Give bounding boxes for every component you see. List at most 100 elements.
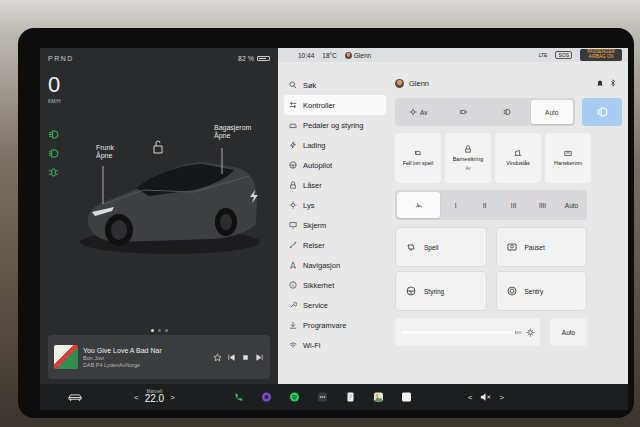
- volume-up-button[interactable]: >: [499, 393, 504, 402]
- wiper-option[interactable]: IIII: [529, 192, 556, 218]
- page-dot[interactable]: [158, 329, 161, 332]
- avatar-icon: [395, 79, 404, 88]
- status-bar: 10:44 18°C Glenn LTE SOS PASSENGER AIRBA…: [278, 48, 628, 62]
- indicators: [48, 130, 74, 177]
- wiper-option[interactable]: Auto: [558, 192, 585, 218]
- profile-name[interactable]: Glenn: [409, 79, 429, 88]
- next-icon[interactable]: [255, 353, 264, 362]
- toggle-button[interactable]: Fell inn speil: [395, 133, 441, 183]
- more-apps-icon[interactable]: [317, 392, 328, 402]
- page-dot[interactable]: [151, 329, 154, 332]
- main-area: PRND 82 % 0 KM/H Frunk Åpne Bagasjerom Å…: [40, 48, 628, 384]
- bluetooth-icon[interactable]: [609, 79, 617, 87]
- bottom-bar: < Manuell 22.0 > < >: [40, 384, 628, 410]
- sidebar-item[interactable]: Lading: [284, 135, 386, 155]
- temp-up-button[interactable]: >: [170, 393, 175, 402]
- lights-option[interactable]: [442, 100, 485, 124]
- side-light-icon: [48, 168, 59, 177]
- lights-option[interactable]: [486, 100, 529, 124]
- headlight-icon: [596, 107, 608, 117]
- auto-high-beam-button[interactable]: [582, 98, 622, 126]
- bell-icon[interactable]: [596, 79, 604, 87]
- sidebar-item[interactable]: Reiser: [284, 235, 386, 255]
- sidebar-item[interactable]: Service: [284, 295, 386, 315]
- trunk-action: Åpne: [214, 132, 251, 140]
- sidebar-item[interactable]: Låser: [284, 175, 386, 195]
- frunk-action: Åpne: [96, 152, 114, 160]
- trunk-label[interactable]: Bagasjerom Åpne: [214, 124, 251, 140]
- sidebar-label: Autopilot: [303, 161, 332, 170]
- page-dot[interactable]: [165, 329, 168, 332]
- controls-page: Glenn Av Auto Fell inn speil Barnesikrin…: [390, 62, 628, 384]
- photo-app-icon[interactable]: [373, 392, 384, 402]
- sun-icon: [526, 328, 535, 337]
- lights-row: Av Auto: [395, 98, 622, 126]
- menu-item-icon: [289, 261, 297, 269]
- control-card[interactable]: Speil: [395, 227, 487, 267]
- light-icon: [503, 108, 511, 116]
- lights-option[interactable]: Av: [397, 100, 440, 124]
- parking-light-icon: [48, 149, 59, 158]
- brightness-auto-button[interactable]: Auto: [550, 318, 587, 346]
- star-icon[interactable]: [213, 353, 222, 362]
- battery-status: 82 %: [238, 55, 270, 62]
- card-label: Pauset: [525, 244, 545, 251]
- toggle-label: Barnesikring: [453, 156, 484, 162]
- wiper-option[interactable]: III: [500, 192, 527, 218]
- car-photo: PRND 82 % 0 KM/H Frunk Åpne Bagasjerom Å…: [0, 0, 640, 427]
- menu-item-icon: [289, 81, 297, 89]
- sidebar-item[interactable]: Lys: [284, 195, 386, 215]
- user-profile[interactable]: Glenn: [345, 52, 371, 59]
- battery-icon: [257, 56, 270, 61]
- lights-label: Av: [420, 109, 427, 116]
- sidebar-item[interactable]: Skjerm: [284, 215, 386, 235]
- sos-button[interactable]: SOS: [555, 51, 572, 59]
- car-icon[interactable]: [68, 393, 82, 402]
- speed-unit: KM/H: [48, 98, 74, 104]
- sidebar-label: Programvare: [303, 321, 346, 330]
- wiper-option[interactable]: [397, 192, 440, 218]
- wiper-icon: [415, 201, 423, 209]
- previous-icon[interactable]: [227, 353, 236, 362]
- sidebar-label: Skjerm: [303, 221, 326, 230]
- car-scene: Frunk Åpne Bagasjerom Åpne: [74, 64, 270, 326]
- volume-down-button[interactable]: <: [468, 393, 473, 402]
- mute-icon[interactable]: [480, 392, 491, 402]
- frunk-title: Frunk: [96, 144, 114, 152]
- control-card[interactable]: Styring: [395, 271, 487, 311]
- lights-option[interactable]: Auto: [531, 100, 574, 124]
- control-card[interactable]: Pauset: [496, 227, 588, 267]
- toggle-button[interactable]: Vinduslås: [495, 133, 541, 183]
- wiper-option[interactable]: I: [442, 192, 469, 218]
- sidebar-item[interactable]: Kontroller: [284, 95, 386, 115]
- track-source: DAB P4 LydenAvNorge: [83, 362, 208, 368]
- spotify-icon[interactable]: [289, 392, 300, 402]
- brightness-slider[interactable]: [395, 318, 540, 346]
- wiper-label: II: [483, 202, 487, 209]
- sidebar-item[interactable]: Pedaler og styring: [284, 115, 386, 135]
- wiper-label: Auto: [565, 202, 578, 209]
- sidebar-label: Låser: [303, 181, 322, 190]
- sidebar-item[interactable]: Programvare: [284, 315, 386, 335]
- menu-item-icon: [289, 201, 297, 209]
- calendar-icon[interactable]: [401, 392, 412, 402]
- temp-down-button[interactable]: <: [134, 393, 139, 402]
- control-card[interactable]: Sentry: [496, 271, 588, 311]
- toggle-button[interactable]: Barnesikring Av: [445, 133, 491, 183]
- sidebar-item[interactable]: Autopilot: [284, 155, 386, 175]
- frunk-label[interactable]: Frunk Åpne: [96, 144, 114, 160]
- phone-icon[interactable]: [233, 392, 244, 402]
- sidebar-item[interactable]: Sikkerhet: [284, 275, 386, 295]
- sidebar-item[interactable]: Wi-Fi: [284, 335, 386, 355]
- stop-icon[interactable]: [241, 353, 250, 362]
- card-icon: [507, 242, 517, 252]
- sidebar-item[interactable]: Navigasjon: [284, 255, 386, 275]
- notepad-icon[interactable]: [345, 392, 356, 402]
- card-label: Styring: [424, 288, 444, 295]
- gear-selector: PRND: [48, 55, 74, 62]
- menu-item-icon: [289, 241, 297, 249]
- sidebar-item[interactable]: Søk: [284, 75, 386, 95]
- wiper-option[interactable]: II: [471, 192, 498, 218]
- camera-app-icon[interactable]: [261, 392, 272, 402]
- toggle-button[interactable]: Hanskerom: [545, 133, 591, 183]
